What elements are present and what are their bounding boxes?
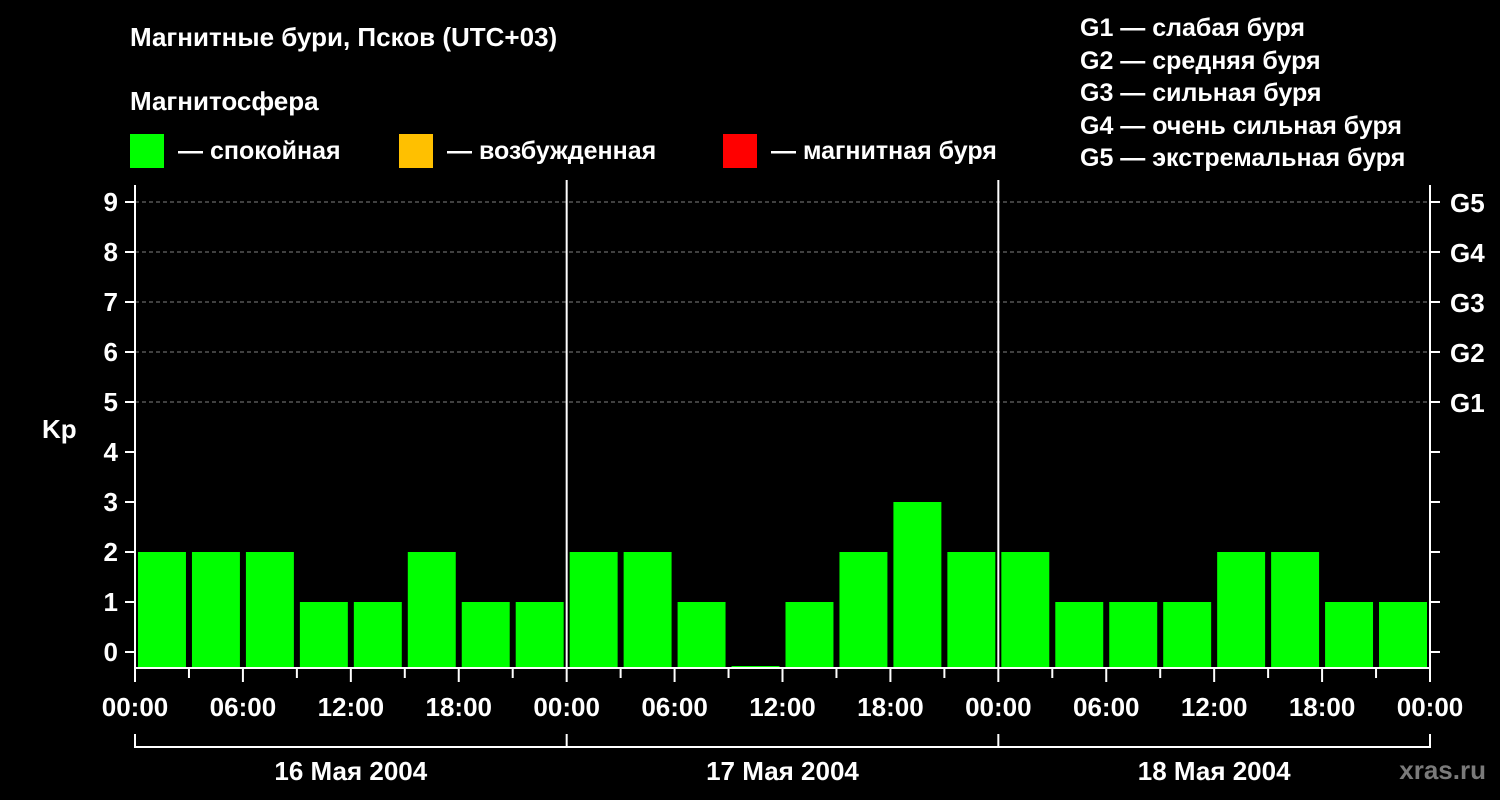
kp-bar-8 (569, 552, 618, 668)
kp-bar-18 (1109, 602, 1158, 668)
x-tick-label-0: 00:00 (102, 692, 169, 722)
kp-bar-3 (299, 602, 348, 668)
kp-bar-12 (785, 602, 834, 668)
x-tick-label-10: 12:00 (1181, 692, 1248, 722)
kp-bar-4 (353, 602, 402, 668)
g-label-g1: G1 (1450, 388, 1485, 418)
kp-bar-chart: 0 1 2 3 4 5 6 7 8 9 G1 G2 G3 G4 G5 Kp 00:00 06:00 12:00 18:… (42, 180, 1485, 786)
day-label-1: 17 Мая 2004 (706, 756, 859, 786)
y-tick-label-7: 7 (104, 287, 118, 317)
x-tick-label-2: 12:00 (318, 692, 385, 722)
x-tick-label-11: 18:00 (1289, 692, 1356, 722)
y-tick-label-8: 8 (104, 237, 118, 267)
kp-bar-0 (138, 552, 186, 668)
y-axis-label: Kp (42, 414, 77, 444)
kp-bar-22 (1325, 602, 1374, 668)
kp-bar-20 (1217, 552, 1266, 668)
g-label-g3: G3 (1450, 288, 1485, 318)
x-tick-label-12: 00:00 (1397, 692, 1464, 722)
kp-bar-23 (1379, 602, 1427, 668)
day-label-0: 16 Мая 2004 (274, 756, 427, 786)
kp-bar-17 (1055, 602, 1104, 668)
x-tick-label-8: 00:00 (965, 692, 1032, 722)
x-tick-label-9: 06:00 (1073, 692, 1140, 722)
kp-bar-15 (947, 552, 996, 668)
g-label-g2: G2 (1450, 338, 1485, 368)
day-label-2: 18 Мая 2004 (1138, 756, 1291, 786)
y-tick-label-3: 3 (104, 487, 118, 517)
kp-bar-7 (515, 602, 564, 668)
g-label-g5: G5 (1450, 188, 1485, 218)
x-tick-label-7: 18:00 (857, 692, 924, 722)
x-tick-label-5: 06:00 (641, 692, 708, 722)
y-tick-label-0: 0 (104, 637, 118, 667)
x-tick-label-4: 00:00 (533, 692, 600, 722)
kp-bar-19 (1163, 602, 1212, 668)
kp-bar-9 (623, 552, 672, 668)
kp-bar-1 (191, 552, 240, 668)
x-tick-label-6: 12:00 (749, 692, 816, 722)
x-tick-label-1: 06:00 (210, 692, 277, 722)
kp-bar-6 (461, 602, 510, 668)
kp-bar-14 (893, 502, 942, 668)
y-tick-label-4: 4 (104, 437, 119, 467)
kp-bar-5 (407, 552, 456, 668)
y-tick-label-9: 9 (104, 187, 118, 217)
y-tick-label-5: 5 (104, 387, 118, 417)
x-tick-label-3: 18:00 (426, 692, 493, 722)
watermark: xras.ru (1399, 755, 1486, 785)
y-tick-label-2: 2 (104, 537, 118, 567)
kp-bar-21 (1271, 552, 1320, 668)
g-label-g4: G4 (1450, 238, 1485, 268)
kp-bar-16 (1001, 552, 1050, 668)
kp-bar-2 (245, 552, 294, 668)
kp-bar-13 (839, 552, 888, 668)
y-tick-label-6: 6 (104, 337, 118, 367)
kp-bar-10 (677, 602, 726, 668)
y-tick-label-1: 1 (104, 587, 118, 617)
